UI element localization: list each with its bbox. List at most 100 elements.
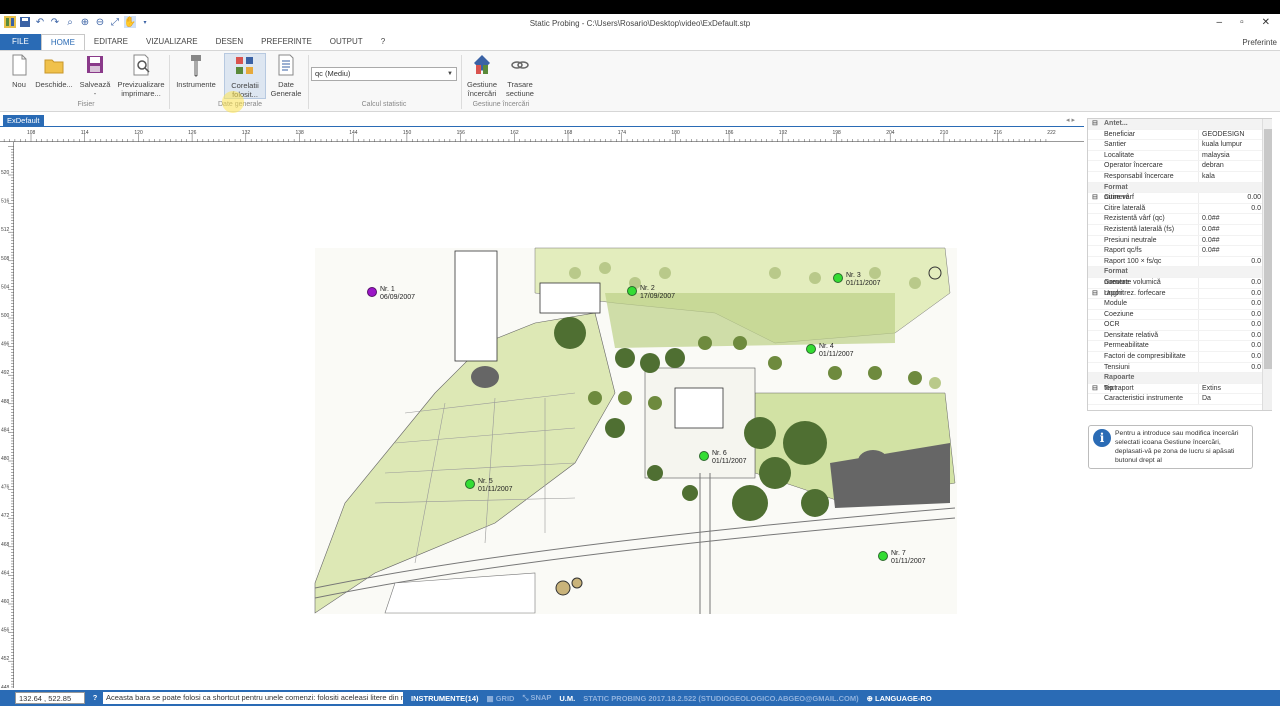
new-document-icon	[8, 53, 30, 77]
property-value[interactable]: 0.0	[1198, 299, 1271, 309]
property-value[interactable]: Extins	[1198, 383, 1271, 394]
window-controls: – ▫ ✕	[1217, 17, 1271, 28]
property-value[interactable]: 0.0	[1198, 288, 1271, 299]
property-row[interactable]: Localitate malaysia	[1088, 150, 1271, 162]
property-value[interactable]: 0.0	[1198, 320, 1271, 330]
property-category[interactable]: ⊟Format numere	[1088, 182, 1271, 201]
restore-icon[interactable]: ▫	[1240, 17, 1244, 28]
manage-tests-button[interactable]: Gestiune încercări	[464, 53, 500, 98]
property-value[interactable]: 0.0##	[1198, 214, 1271, 224]
category-label: ⊟Rapoarte text	[1088, 373, 1134, 392]
property-row[interactable]: Raport qc/fs 0.0##	[1088, 246, 1271, 257]
chain-link-icon	[509, 53, 531, 77]
document-tab[interactable]: ExDefault	[3, 115, 44, 126]
drawing-canvas[interactable]: Nr. 1 06/09/2007 Nr. 2 17/09/2007 Nr. 3 01/…	[15, 143, 1083, 688]
probe-dot[interactable]	[806, 344, 816, 354]
property-row[interactable]: Presiuni neutrale 0.0##	[1088, 235, 1271, 247]
property-value[interactable]: 0.0	[1198, 203, 1271, 214]
property-row[interactable]: Citire vârf 0.00	[1088, 193, 1271, 204]
property-row[interactable]: OCR 0.0	[1088, 320, 1271, 331]
grid-icon: ▦	[486, 693, 496, 703]
tab-vizualizare[interactable]: VIZUALIZARE	[137, 34, 207, 50]
preferinte-link[interactable]: Preferinte	[1242, 38, 1277, 47]
properties-scrollbar[interactable]	[1262, 119, 1272, 410]
property-row[interactable]: Raport 100 × fs/qc 0.0	[1088, 256, 1271, 268]
property-value[interactable]: 0.0	[1198, 256, 1271, 267]
general-data-button[interactable]: Date Generale	[268, 53, 304, 98]
command-bar[interactable]: Aceasta bara se poate folosi ca shortcut…	[103, 692, 403, 704]
property-value[interactable]: 0.0##	[1198, 224, 1271, 235]
property-value[interactable]: 0.0	[1198, 309, 1271, 320]
open-button[interactable]: Deschide...	[34, 53, 74, 89]
probe-dot[interactable]	[833, 273, 843, 283]
tab-help[interactable]: ?	[372, 34, 394, 50]
tab-output[interactable]: OUTPUT	[321, 34, 372, 50]
status-grid[interactable]: ▦ GRID	[487, 694, 515, 703]
probe-dot[interactable]	[627, 286, 637, 296]
new-button[interactable]: Nou	[6, 53, 32, 89]
property-row[interactable]: Santier kuala lumpur	[1088, 140, 1271, 151]
probe-dot[interactable]	[367, 287, 377, 297]
probe-dot[interactable]	[465, 479, 475, 489]
property-value[interactable]: 0.0	[1198, 341, 1271, 352]
property-value[interactable]: 0.0	[1198, 362, 1271, 373]
status-um[interactable]: U.M.	[559, 694, 575, 703]
property-value[interactable]: 0.0	[1198, 352, 1271, 362]
property-row[interactable]: Responsabil încercare kala	[1088, 171, 1271, 183]
properties-panel: ⊟ Antet... Beneficiar GEODESIGN Santier kuala…	[1087, 118, 1272, 411]
tab-home[interactable]: HOME	[40, 34, 85, 50]
property-row[interactable]: Factori de compresibilitate 0.0	[1088, 352, 1271, 363]
property-value[interactable]: 0.0	[1198, 277, 1271, 288]
tab-desen[interactable]: DESEN	[207, 34, 253, 50]
property-value[interactable]: malaysia	[1198, 150, 1271, 161]
property-row[interactable]: Rezistentă laterală (fs) 0.0##	[1088, 224, 1271, 236]
tab-file[interactable]: FILE	[0, 34, 41, 50]
property-row[interactable]: Densitate relativă 0.0	[1088, 330, 1271, 342]
property-row[interactable]: Greutate volumică 0.0	[1088, 277, 1271, 289]
help-icon[interactable]: ?	[89, 692, 101, 704]
collapse-icon[interactable]: ⊟	[1092, 119, 1104, 130]
property-value[interactable]: kuala lumpur	[1198, 140, 1271, 150]
property-row[interactable]: Citire laterală 0.0	[1088, 203, 1271, 215]
property-row[interactable]: Permeabilitate 0.0	[1088, 341, 1271, 353]
properties-grid: ⊟ Antet... Beneficiar GEODESIGN Santier kuala…	[1088, 119, 1271, 406]
property-value[interactable]: kala	[1198, 171, 1271, 182]
tab-scroll-arrows-icon[interactable]: ◂ ▸	[1066, 116, 1075, 124]
property-value[interactable]: 0.00	[1198, 193, 1271, 203]
property-value[interactable]: 0.0##	[1198, 246, 1271, 256]
probe-dot[interactable]	[699, 451, 709, 461]
property-row[interactable]: Tensiuni 0.0	[1088, 362, 1271, 374]
property-row[interactable]: Operator încercare debran	[1088, 161, 1271, 172]
property-value[interactable]: 0.0	[1198, 330, 1271, 341]
property-value[interactable]: Da	[1198, 394, 1271, 405]
tab-preferinte[interactable]: PREFERINTE	[252, 34, 321, 50]
property-category[interactable]: ⊟Format numere raport	[1088, 267, 1271, 297]
draw-section-button[interactable]: Trasare sectiune	[502, 53, 538, 98]
minimize-icon[interactable]: –	[1217, 17, 1223, 28]
property-row[interactable]: Caracteristici instrumente Da	[1088, 394, 1271, 406]
status-language[interactable]: ⊕ LANGUAGE-RO	[867, 694, 932, 703]
property-category[interactable]: ⊟Rapoarte text	[1088, 373, 1271, 392]
ruler-label: 198	[833, 130, 842, 136]
property-row[interactable]: Unghi rez. forfecare 0.0	[1088, 288, 1271, 300]
close-icon[interactable]: ✕	[1262, 17, 1270, 28]
print-preview-button[interactable]: Previzualizare imprimare...	[115, 53, 167, 98]
property-row[interactable]: Beneficiar GEODESIGN	[1088, 129, 1271, 141]
property-value[interactable]: GEODESIGN	[1198, 129, 1271, 140]
property-row[interactable]: Rezistentă vârf (qc) 0.0##	[1088, 214, 1271, 225]
instruments-button[interactable]: Instrumente	[173, 53, 219, 89]
tab-editare[interactable]: EDITARE	[85, 34, 137, 50]
property-row[interactable]: Module 0.0	[1088, 299, 1271, 310]
save-button[interactable]: Salvează -	[77, 53, 113, 98]
property-category[interactable]: ⊟ Antet...	[1088, 119, 1271, 130]
status-snap[interactable]: ⤡ SNAP	[522, 693, 551, 703]
property-value[interactable]: 0.0##	[1198, 235, 1271, 246]
probe-dot[interactable]	[878, 551, 888, 561]
scrollbar-thumb[interactable]	[1264, 129, 1272, 369]
status-instrumente[interactable]: INSTRUMENTE(14)	[411, 694, 479, 703]
property-row[interactable]: Tip raport Extins	[1088, 383, 1271, 395]
property-value[interactable]: debran	[1198, 161, 1271, 171]
ruler-label: 504	[1, 284, 10, 290]
property-row[interactable]: Coeziune 0.0	[1088, 309, 1271, 321]
statistic-combo[interactable]: qc (Mediu) ▼	[311, 67, 457, 81]
